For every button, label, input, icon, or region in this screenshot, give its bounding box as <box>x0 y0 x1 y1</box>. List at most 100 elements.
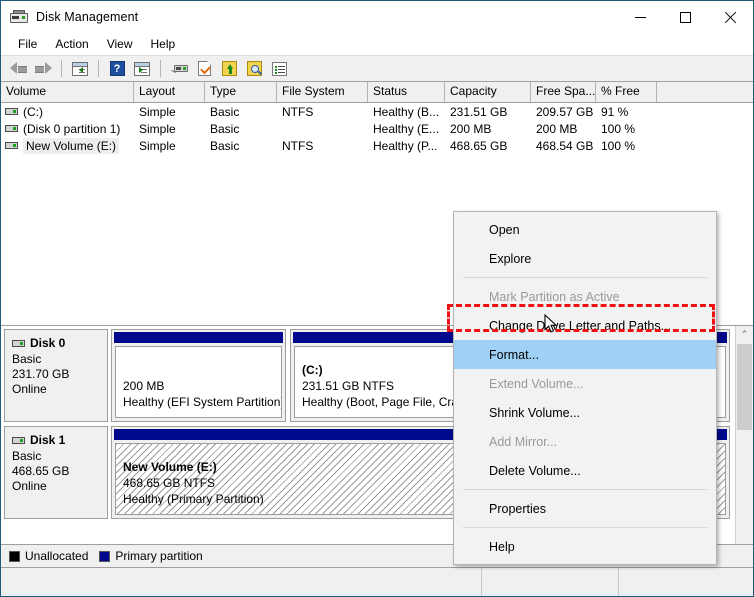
disk-button[interactable] <box>168 58 190 79</box>
cell-free-space: 200 MB <box>531 122 596 136</box>
context-menu-separator <box>463 277 707 278</box>
cell-status: Healthy (P... <box>368 139 445 153</box>
column-header-free[interactable]: % Free <box>596 82 657 102</box>
search-button[interactable] <box>243 58 265 79</box>
maximize-button[interactable] <box>663 1 708 33</box>
show-hide-action-pane-button[interactable] <box>131 58 153 79</box>
context-menu-item-extend-volume: Extend Volume... <box>454 369 716 398</box>
context-menu-item-properties[interactable]: Properties <box>454 494 716 523</box>
volume-label: New Volume (E:) <box>23 138 119 154</box>
close-icon <box>724 11 737 24</box>
context-menu-item-format[interactable]: Format... <box>454 340 716 369</box>
context-menu-item-explore[interactable]: Explore <box>454 244 716 273</box>
column-header-layout[interactable]: Layout <box>134 82 205 102</box>
volume-row[interactable]: New Volume (E:)SimpleBasicNTFSHealthy (P… <box>1 137 753 154</box>
minimize-button[interactable] <box>618 1 663 33</box>
disk-drive-icon <box>12 437 25 444</box>
context-menu-item-open[interactable]: Open <box>454 215 716 244</box>
cell-percent-free: 100 % <box>596 122 657 136</box>
column-header-capacity[interactable]: Capacity <box>445 82 531 102</box>
disk-title: Disk 0 <box>12 336 107 350</box>
cell-capacity: 200 MB <box>445 122 531 136</box>
status-segment-second <box>482 568 619 596</box>
cell-file-system: NTFS <box>277 105 368 119</box>
cell-volume: (Disk 0 partition 1) <box>1 122 134 136</box>
disk-management-window: Disk Management File Action View Help ? <box>0 0 754 597</box>
toolbar-separator <box>98 60 99 77</box>
rescan-disks-button[interactable] <box>218 58 240 79</box>
context-menu-item-shrink-volume[interactable]: Shrink Volume... <box>454 398 716 427</box>
context-menu-item-change-drive-letter-and-paths[interactable]: Change Drive Letter and Paths... <box>454 311 716 340</box>
disk-title: Disk 1 <box>12 433 107 447</box>
legend-label: Unallocated <box>25 549 88 563</box>
cell-type: Basic <box>205 122 277 136</box>
context-menu-separator <box>463 489 707 490</box>
disk-icon <box>171 62 188 75</box>
disk-name: Disk 1 <box>30 433 65 447</box>
menu-file[interactable]: File <box>9 35 46 53</box>
partition-status: Healthy (EFI System Partition) <box>123 394 281 410</box>
volume-icon <box>5 125 18 132</box>
column-header-blank[interactable] <box>657 82 753 102</box>
column-header-free-spa[interactable]: Free Spa... <box>531 82 596 102</box>
status-bar <box>1 567 753 596</box>
cell-volume: New Volume (E:) <box>1 138 134 154</box>
legend-label: Primary partition <box>115 549 202 563</box>
help-icon: ? <box>110 61 125 76</box>
volume-label: (Disk 0 partition 1) <box>23 122 120 136</box>
rescan-disks-icon <box>222 61 237 76</box>
cell-volume: (C:) <box>1 105 134 119</box>
scroll-up-button[interactable]: ⌃ <box>736 326 753 343</box>
cell-file-system: NTFS <box>277 139 368 153</box>
maximize-icon <box>680 12 691 23</box>
partition-block[interactable]: 200 MBHealthy (EFI System Partition) <box>111 329 286 422</box>
disk-type: Basic <box>12 352 107 367</box>
context-menu-item-delete-volume[interactable]: Delete Volume... <box>454 456 716 485</box>
cell-percent-free: 91 % <box>596 105 657 119</box>
scrollbar-thumb[interactable] <box>737 344 752 430</box>
column-header-status[interactable]: Status <box>368 82 445 102</box>
column-header-volume[interactable]: Volume <box>1 82 134 102</box>
cell-free-space: 209.57 GB <box>531 105 596 119</box>
disk-info-panel[interactable]: Disk 0Basic231.70 GBOnline <box>4 329 108 422</box>
disk-name: Disk 0 <box>30 336 65 350</box>
column-header-file-system[interactable]: File System <box>277 82 368 102</box>
disk-management-icon <box>10 8 28 26</box>
back-button[interactable] <box>7 58 29 79</box>
properties-button[interactable] <box>193 58 215 79</box>
status-segment-third <box>619 568 753 596</box>
disk-pane-scrollbar[interactable]: ⌃ <box>735 326 753 544</box>
legend-swatch <box>9 551 20 562</box>
title-bar: Disk Management <box>1 1 753 33</box>
column-header-type[interactable]: Type <box>205 82 277 102</box>
disk-info-panel[interactable]: Disk 1Basic468.65 GBOnline <box>4 426 108 519</box>
volume-row[interactable]: (Disk 0 partition 1)SimpleBasicHealthy (… <box>1 120 753 137</box>
context-menu-separator <box>463 527 707 528</box>
show-hide-console-tree-button[interactable] <box>69 58 91 79</box>
cell-free-space: 468.54 GB <box>531 139 596 153</box>
volume-icon <box>5 108 18 115</box>
disk-state: Online <box>12 382 107 397</box>
toolbar-separator <box>160 60 161 77</box>
toolbar: ? <box>1 55 753 82</box>
cell-capacity: 468.65 GB <box>445 139 531 153</box>
cell-status: Healthy (B... <box>368 105 445 119</box>
menu-bar: File Action View Help <box>1 33 753 55</box>
volume-row[interactable]: (C:)SimpleBasicNTFSHealthy (B...231.51 G… <box>1 103 753 120</box>
legend-item: Primary partition <box>99 549 202 563</box>
menu-view[interactable]: View <box>98 35 142 53</box>
forward-button[interactable] <box>32 58 54 79</box>
context-menu: OpenExploreMark Partition as ActiveChang… <box>453 211 717 565</box>
volume-icon <box>5 142 18 149</box>
menu-help[interactable]: Help <box>142 35 185 53</box>
volume-list-header: VolumeLayoutTypeFile SystemStatusCapacit… <box>1 82 753 103</box>
list-view-button[interactable] <box>268 58 290 79</box>
menu-action[interactable]: Action <box>46 35 97 53</box>
status-segment-main <box>1 568 482 596</box>
close-button[interactable] <box>708 1 753 33</box>
disk-size: 468.65 GB <box>12 464 107 479</box>
help-button[interactable]: ? <box>106 58 128 79</box>
search-icon <box>247 61 262 76</box>
context-menu-item-help[interactable]: Help <box>454 532 716 561</box>
window-title: Disk Management <box>36 10 138 24</box>
